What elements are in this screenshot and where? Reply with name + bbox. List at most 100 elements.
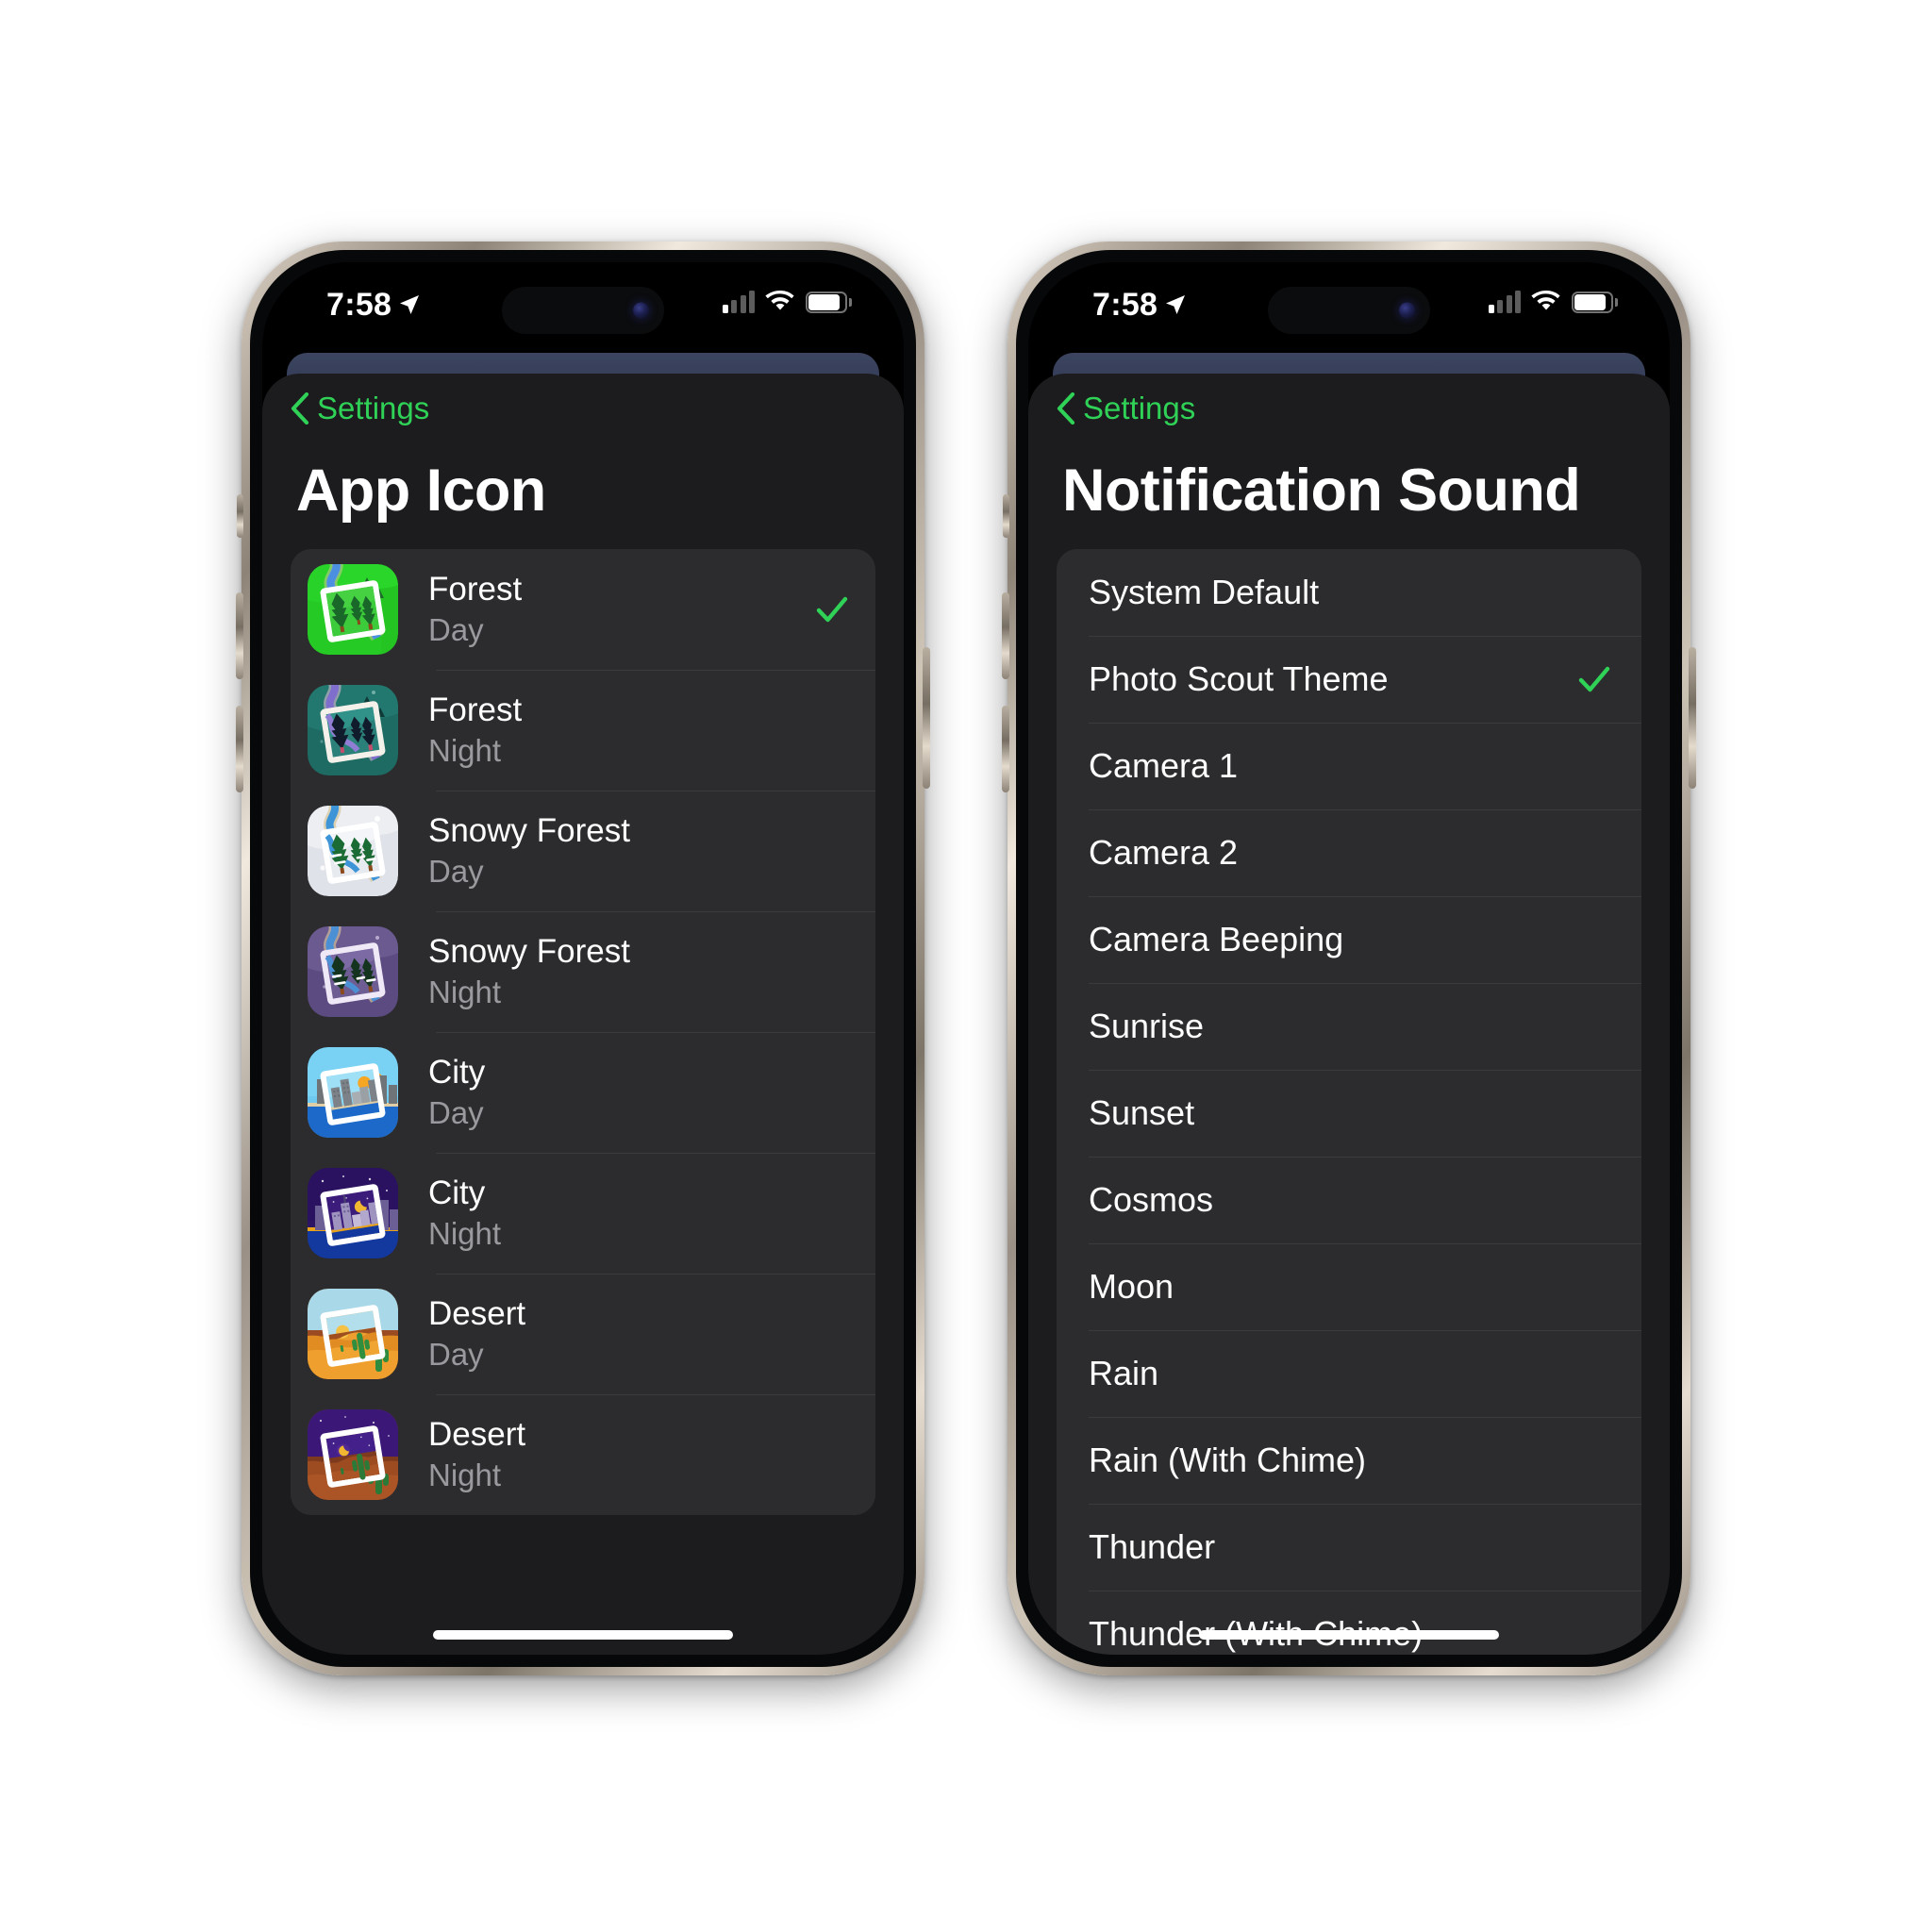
table-row[interactable]: Snowy Forest Night [291,910,875,1032]
snowy-forest-day-app-icon [308,805,398,896]
table-row[interactable]: Desert Night [291,1393,875,1515]
row-labels: Desert Day [428,1295,851,1373]
list-item-label: System Default [1089,572,1320,611]
list-item[interactable]: Camera Beeping [1057,895,1641,983]
list-item[interactable]: Thunder [1057,1503,1641,1591]
list-item[interactable]: Camera 2 [1057,808,1641,896]
silent-switch[interactable] [237,493,243,538]
list-item-label: Camera 1 [1089,745,1239,785]
volume-up-button[interactable] [236,591,243,679]
checkmark-icon [1575,660,1613,698]
row-subtitle: Night [428,974,502,1009]
list-item[interactable]: Cosmos [1057,1156,1641,1243]
list-item[interactable]: System Default [1057,549,1641,636]
silent-switch[interactable] [1003,493,1009,538]
row-title: City [428,1174,486,1211]
list-item[interactable]: Sunrise [1057,982,1641,1070]
table-row[interactable]: City Day [291,1031,875,1153]
desert-night-app-icon [308,1408,398,1500]
row-labels: City Day [428,1054,851,1131]
back-label: Settings [317,390,430,425]
page-title: App Icon [296,457,546,524]
list-item-label: Rain (With Chime) [1089,1440,1367,1479]
notification-sound-page: Settings Notification Sound System Defau… [1028,373,1670,1655]
back-label: Settings [1083,390,1196,425]
cellular-signal-icon [722,290,755,313]
list-item-label: Thunder [1089,1526,1216,1566]
row-subtitle: Day [428,611,484,647]
power-button[interactable] [1689,646,1696,789]
status-time-group: 7:58 [1092,287,1187,324]
row-subtitle: Night [428,1215,502,1251]
list-item-label: Cosmos [1089,1179,1214,1219]
back-to-settings-button[interactable]: Settings [291,391,429,426]
page-title: Notification Sound [1062,457,1581,524]
list-item-label: Photo Scout Theme [1089,658,1389,698]
notification-sound-list: System Default Photo Scout Theme Camera … [1057,548,1641,1655]
list-item[interactable]: Camera 1 [1057,722,1641,809]
list-item-label: Rain [1089,1353,1159,1392]
row-title: Desert [428,1294,526,1332]
volume-down-button[interactable] [236,705,243,792]
row-title: Snowy Forest [428,811,630,849]
row-labels: Snowy Forest Night [428,933,851,1010]
volume-down-button[interactable] [1002,705,1009,792]
app-icon-list: Forest Day Forest Night Snowy Forest Day… [291,548,875,1515]
row-subtitle: Night [428,1457,502,1492]
row-title: Forest [428,570,523,608]
status-time: 7:58 [1092,286,1158,323]
table-row[interactable]: Snowy Forest Day [291,790,875,911]
left-phone-screen: 7:58 Settings App Icon Forest Day Forest… [262,261,904,1655]
status-time: 7:58 [326,286,392,323]
list-item[interactable]: Thunder (With Chime) [1057,1590,1641,1655]
forest-day-app-icon [308,563,398,655]
row-labels: Desert Night [428,1416,851,1493]
row-labels: Forest Day [428,571,813,648]
power-button[interactable] [923,646,930,789]
row-subtitle: Day [428,853,484,889]
table-row[interactable]: Desert Day [291,1273,875,1394]
list-item[interactable]: Photo Scout Theme [1057,635,1641,723]
home-indicator[interactable] [1199,1629,1499,1640]
left-navbar: Settings [262,374,904,443]
checkmark-icon [813,591,851,628]
table-row[interactable]: Forest Day [291,549,875,670]
row-title: Snowy Forest [428,932,630,970]
right-navbar: Settings [1028,374,1670,443]
list-item-label: Sunrise [1089,1006,1205,1045]
list-item[interactable]: Rain [1057,1329,1641,1417]
row-title: City [428,1053,486,1091]
location-arrow-icon [1166,295,1186,314]
list-item-label: Camera Beeping [1089,919,1344,958]
list-item[interactable]: Moon [1057,1242,1641,1330]
list-item[interactable]: Sunset [1057,1069,1641,1157]
row-title: Desert [428,1415,526,1453]
home-indicator[interactable] [433,1629,733,1640]
city-night-app-icon [308,1167,398,1258]
cellular-signal-icon [1488,290,1521,313]
list-item-label: Moon [1089,1266,1174,1306]
row-subtitle: Night [428,732,502,768]
back-to-settings-button[interactable]: Settings [1057,391,1195,426]
desert-day-app-icon [308,1288,398,1379]
table-row[interactable]: Forest Night [291,669,875,791]
left-iphone-device: 7:58 Settings App Icon Forest Day Forest… [236,241,930,1675]
app-icon-page: Settings App Icon Forest Day Forest Nigh… [262,373,904,1655]
location-arrow-icon [400,295,420,314]
status-indicators [1488,290,1618,313]
row-labels: City Night [428,1175,851,1252]
screenshot-stage: 7:58 Settings App Icon Forest Day Forest… [0,0,1932,1916]
row-labels: Snowy Forest Day [428,812,851,890]
list-item-label: Sunset [1089,1092,1195,1132]
forest-night-app-icon [308,684,398,775]
row-subtitle: Day [428,1336,484,1372]
table-row[interactable]: City Night [291,1152,875,1274]
status-indicators [722,290,852,313]
right-iphone-device: 7:58 Settings Notification Sound System … [1002,241,1696,1675]
wifi-icon [1531,290,1560,309]
city-day-app-icon [308,1046,398,1138]
battery-icon [1572,291,1618,313]
volume-up-button[interactable] [1002,591,1009,679]
list-item[interactable]: Rain (With Chime) [1057,1416,1641,1504]
status-time-group: 7:58 [326,287,421,324]
